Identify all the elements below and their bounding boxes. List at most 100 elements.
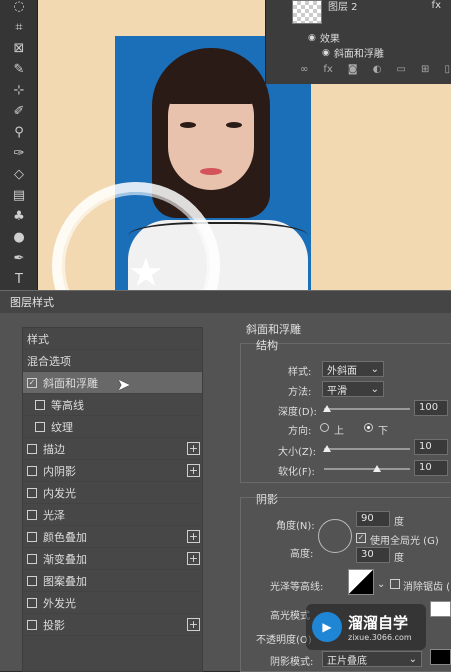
- style-checkbox[interactable]: ✓: [27, 377, 37, 388]
- style-checkbox[interactable]: [27, 443, 37, 454]
- style-item[interactable]: 光泽: [23, 504, 202, 526]
- size-slider-track[interactable]: [324, 448, 410, 450]
- link-icon[interactable]: ∞: [300, 64, 308, 75]
- mask-icon[interactable]: ◙: [348, 64, 358, 75]
- style-item[interactable]: 图案叠加: [23, 570, 202, 592]
- stamp-icon[interactable]: ⚲: [6, 122, 32, 142]
- effects-row[interactable]: ◉ 效果: [308, 30, 340, 46]
- blend-options-label: 混合选项: [27, 354, 71, 368]
- folder-icon[interactable]: ▭: [396, 64, 405, 75]
- style-checkbox[interactable]: [27, 465, 37, 476]
- add-style-button[interactable]: +: [187, 464, 200, 477]
- size-label: 大小(Z):: [278, 447, 317, 458]
- fx-icon[interactable]: fx: [432, 0, 441, 11]
- soften-label: 软化(F):: [278, 467, 315, 478]
- ellipse-select-icon[interactable]: ◌: [6, 0, 32, 16]
- style-checkbox[interactable]: [35, 421, 45, 432]
- technique-select-value: 平滑: [327, 385, 347, 397]
- new-layer-icon[interactable]: ⊞: [421, 64, 429, 75]
- style-checkbox[interactable]: [27, 487, 37, 498]
- style-checkbox[interactable]: [27, 553, 37, 564]
- direction-down-radio[interactable]: [364, 423, 373, 432]
- style-select[interactable]: 外斜面 ⌄: [322, 361, 384, 377]
- styles-header[interactable]: 样式: [23, 328, 202, 350]
- crop-icon[interactable]: ⌗: [6, 17, 32, 37]
- soften-slider-track[interactable]: [324, 468, 410, 470]
- add-style-button[interactable]: +: [187, 530, 200, 543]
- history-brush-icon[interactable]: ✑: [6, 143, 32, 163]
- depth-slider-track[interactable]: [324, 408, 410, 410]
- brush-icon[interactable]: ✐: [6, 101, 32, 121]
- direction-up-radio[interactable]: [320, 423, 329, 432]
- dodge-icon[interactable]: ●: [6, 227, 32, 247]
- add-style-button[interactable]: +: [187, 552, 200, 565]
- soften-input[interactable]: 10: [414, 460, 448, 476]
- technique-select[interactable]: 平滑 ⌄: [322, 381, 384, 397]
- highlight-color-swatch[interactable]: [430, 601, 451, 617]
- pen-icon[interactable]: ✒: [6, 248, 32, 268]
- style-item[interactable]: 渐变叠加 +: [23, 548, 202, 570]
- style-item[interactable]: 等高线: [23, 394, 202, 416]
- altitude-input[interactable]: 30: [356, 547, 390, 563]
- style-checkbox[interactable]: [27, 619, 37, 630]
- style-item[interactable]: 内阴影 +: [23, 460, 202, 482]
- blur-icon[interactable]: ♣: [6, 206, 32, 226]
- tool-bar: ◌ ⌗ ⊠ ✎ ⊹ ✐ ⚲ ✑ ◇ ▤ ♣ ● ✒ T: [0, 0, 38, 290]
- adjustment-icon[interactable]: ◐: [373, 64, 382, 75]
- fx-menu-icon[interactable]: fx: [323, 64, 332, 75]
- frame-icon[interactable]: ⊠: [6, 38, 32, 58]
- effect-bevel-row[interactable]: ◉ 斜面和浮雕: [322, 45, 384, 61]
- depth-input[interactable]: 100: [414, 400, 448, 416]
- style-item-label: 投影: [43, 618, 65, 632]
- style-checkbox[interactable]: [27, 575, 37, 586]
- structure-title: 结构: [256, 339, 278, 352]
- blend-options-item[interactable]: 混合选项: [23, 350, 202, 372]
- style-checkbox[interactable]: [27, 509, 37, 520]
- style-item[interactable]: ✓ 斜面和浮雕: [23, 372, 202, 394]
- eye-icon[interactable]: ◉: [322, 48, 330, 58]
- gloss-contour-picker[interactable]: [348, 569, 374, 595]
- type-icon[interactable]: T: [6, 269, 32, 289]
- style-item[interactable]: 外发光: [23, 592, 202, 614]
- style-item-label: 纹理: [51, 420, 73, 434]
- add-style-button[interactable]: +: [187, 618, 200, 631]
- trash-icon[interactable]: ▯: [444, 64, 450, 75]
- style-item[interactable]: 颜色叠加 +: [23, 526, 202, 548]
- angle-degree-label: 度: [394, 517, 404, 528]
- patch-icon[interactable]: ⊹: [6, 80, 32, 100]
- style-item[interactable]: 内发光: [23, 482, 202, 504]
- soften-slider-thumb[interactable]: [373, 465, 382, 472]
- size-input[interactable]: 10: [414, 439, 448, 455]
- global-light-checkbox[interactable]: ✓: [356, 533, 366, 543]
- chevron-down-icon: ⌄: [408, 653, 417, 665]
- style-checkbox[interactable]: [35, 399, 45, 410]
- portrait-bangs: [164, 62, 258, 104]
- effect-bevel-label: 斜面和浮雕: [333, 49, 384, 60]
- layer-thumbnail[interactable]: [292, 0, 322, 24]
- shadow-mode-select[interactable]: 正片叠底 ⌄: [322, 651, 422, 667]
- chevron-down-icon: ⌄: [370, 383, 379, 395]
- size-slider-thumb[interactable]: [323, 445, 332, 452]
- eraser-icon[interactable]: ◇: [6, 164, 32, 184]
- portrait-right-eye: [226, 122, 242, 128]
- watermark: ▶ 溜溜自学 zixue.3066.com: [306, 604, 426, 650]
- style-item[interactable]: 纹理: [23, 416, 202, 438]
- watermark-url: zixue.3066.com: [348, 633, 412, 642]
- direction-down-label: 下: [378, 426, 388, 437]
- chevron-down-icon[interactable]: ⌄: [377, 579, 385, 590]
- angle-dial[interactable]: [318, 519, 352, 553]
- gradient-icon[interactable]: ▤: [6, 185, 32, 205]
- style-item[interactable]: 投影 +: [23, 614, 202, 636]
- style-checkbox[interactable]: [27, 597, 37, 608]
- eye-icon[interactable]: ◉: [308, 33, 316, 43]
- watermark-text: 溜溜自学 zixue.3066.com: [348, 612, 412, 642]
- style-checkbox[interactable]: [27, 531, 37, 542]
- eyedropper-icon[interactable]: ✎: [6, 59, 32, 79]
- style-item[interactable]: 描边 +: [23, 438, 202, 460]
- layer-row[interactable]: 图层 2 fx: [328, 0, 441, 13]
- depth-slider-thumb[interactable]: [323, 405, 332, 412]
- add-style-button[interactable]: +: [187, 442, 200, 455]
- angle-input[interactable]: 90: [356, 511, 390, 527]
- shadow-color-swatch[interactable]: [430, 649, 451, 665]
- antialias-checkbox[interactable]: [390, 579, 400, 589]
